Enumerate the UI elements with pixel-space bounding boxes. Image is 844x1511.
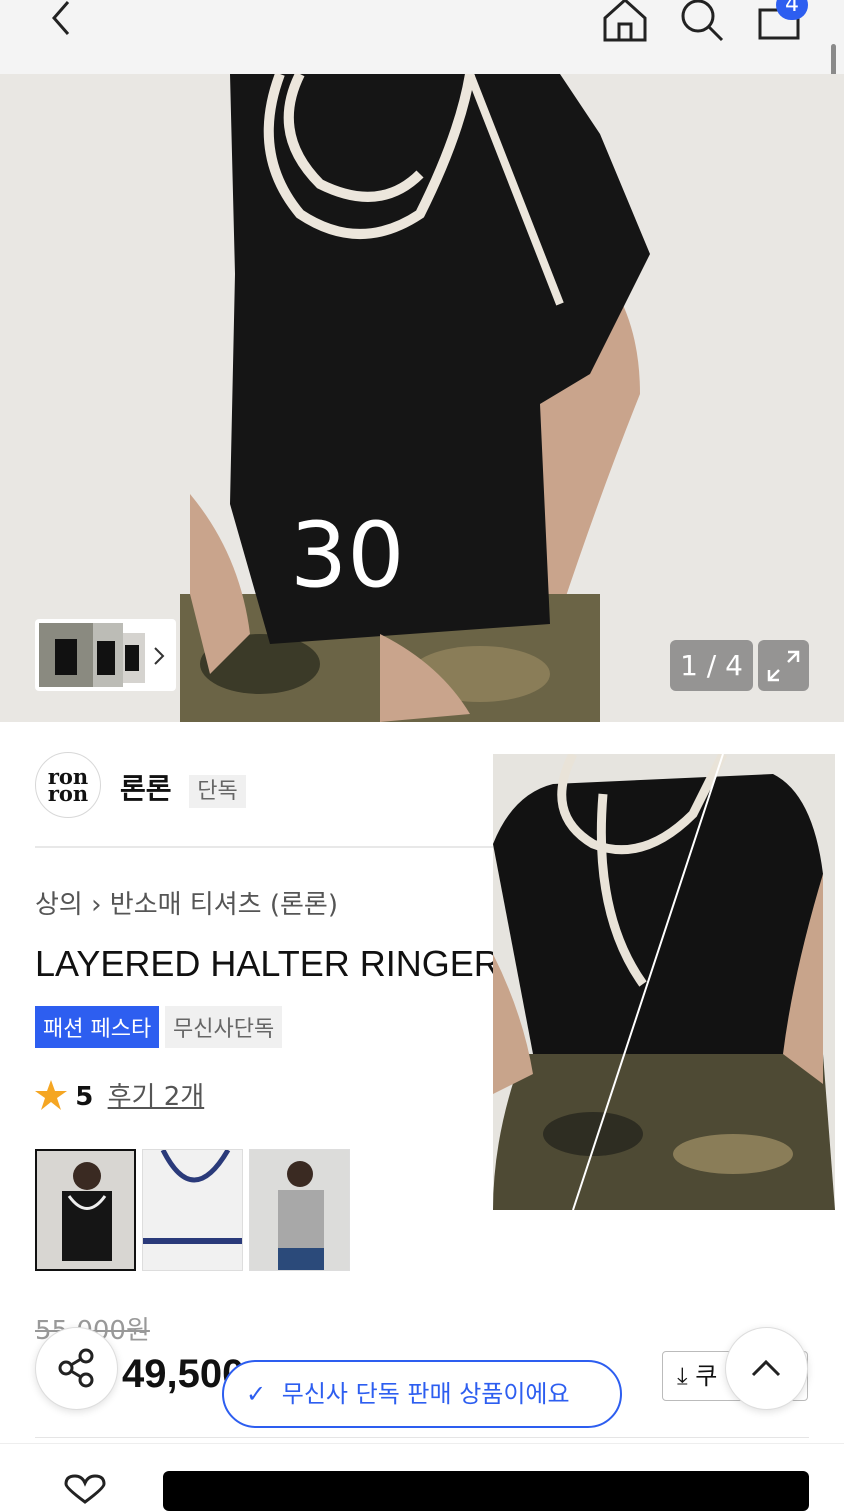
chevron-right-icon bbox=[154, 647, 165, 665]
check-icon: ✓ bbox=[246, 1380, 267, 1408]
musinsa-exclusive-tag: 무신사단독 bbox=[165, 1006, 283, 1048]
overlay-number: 30 bbox=[290, 503, 405, 608]
fashion-festa-tag: 패션 페스타 bbox=[35, 1006, 160, 1048]
breadcrumb-subcategory[interactable]: 반소매 티셔츠 (론론) bbox=[110, 890, 338, 920]
variant-image bbox=[37, 1151, 134, 1269]
thumbnail-strip[interactable] bbox=[35, 619, 176, 691]
variant-image bbox=[250, 1150, 349, 1270]
breadcrumb-category[interactable]: 상의 bbox=[35, 890, 83, 920]
floating-product-image[interactable] bbox=[493, 754, 835, 1210]
divider bbox=[35, 846, 509, 848]
image-counter: 1 / 4 bbox=[670, 640, 753, 691]
chevron-up-icon bbox=[751, 1359, 781, 1377]
variant-thumb-grey[interactable] bbox=[249, 1149, 350, 1271]
search-icon[interactable] bbox=[678, 0, 726, 42]
review-count-link[interactable]: 후기 2개 bbox=[108, 1082, 205, 1112]
brand-logo-text: ron bbox=[47, 781, 89, 806]
expand-icon bbox=[767, 650, 800, 682]
expand-button[interactable] bbox=[758, 640, 809, 691]
model-photo-2 bbox=[493, 754, 835, 1210]
brand-name-row[interactable]: 론론 단독 bbox=[120, 767, 246, 808]
rating-score: 5 bbox=[75, 1082, 94, 1112]
toast-text: 무신사 단독 판매 상품이에요 bbox=[281, 1380, 570, 1408]
variant-image bbox=[143, 1150, 242, 1270]
rating-row[interactable]: 5 후기 2개 bbox=[35, 1076, 204, 1113]
scroll-to-top-button[interactable] bbox=[725, 1327, 808, 1410]
coupon-label: 쿠 bbox=[695, 1362, 718, 1390]
brand-logo[interactable]: ron ron bbox=[35, 752, 101, 818]
variant-thumb-white[interactable] bbox=[142, 1149, 243, 1271]
thumbnail-preview bbox=[39, 623, 165, 687]
home-icon[interactable] bbox=[600, 0, 650, 42]
brand-name[interactable]: 론론 bbox=[120, 772, 172, 805]
variant-thumb-black[interactable] bbox=[35, 1149, 136, 1271]
product-title: LAYERED HALTER RINGER bbox=[35, 943, 500, 984]
share-button[interactable] bbox=[35, 1327, 118, 1410]
exclusive-toast: ✓ 무신사 단독 판매 상품이에요 bbox=[222, 1360, 622, 1428]
share-icon bbox=[58, 1348, 94, 1388]
exclusive-badge: 단독 bbox=[189, 775, 246, 808]
breadcrumb: 상의 › 반소매 티셔츠 (론론) bbox=[35, 884, 338, 921]
purchase-button[interactable] bbox=[163, 1471, 809, 1511]
chevron-right-icon: › bbox=[91, 890, 110, 920]
star-icon bbox=[35, 1080, 67, 1110]
back-icon[interactable] bbox=[46, 0, 76, 40]
download-icon: ⤓ bbox=[677, 1362, 688, 1390]
divider bbox=[35, 1437, 809, 1438]
top-nav-bar: 4 bbox=[0, 0, 844, 74]
